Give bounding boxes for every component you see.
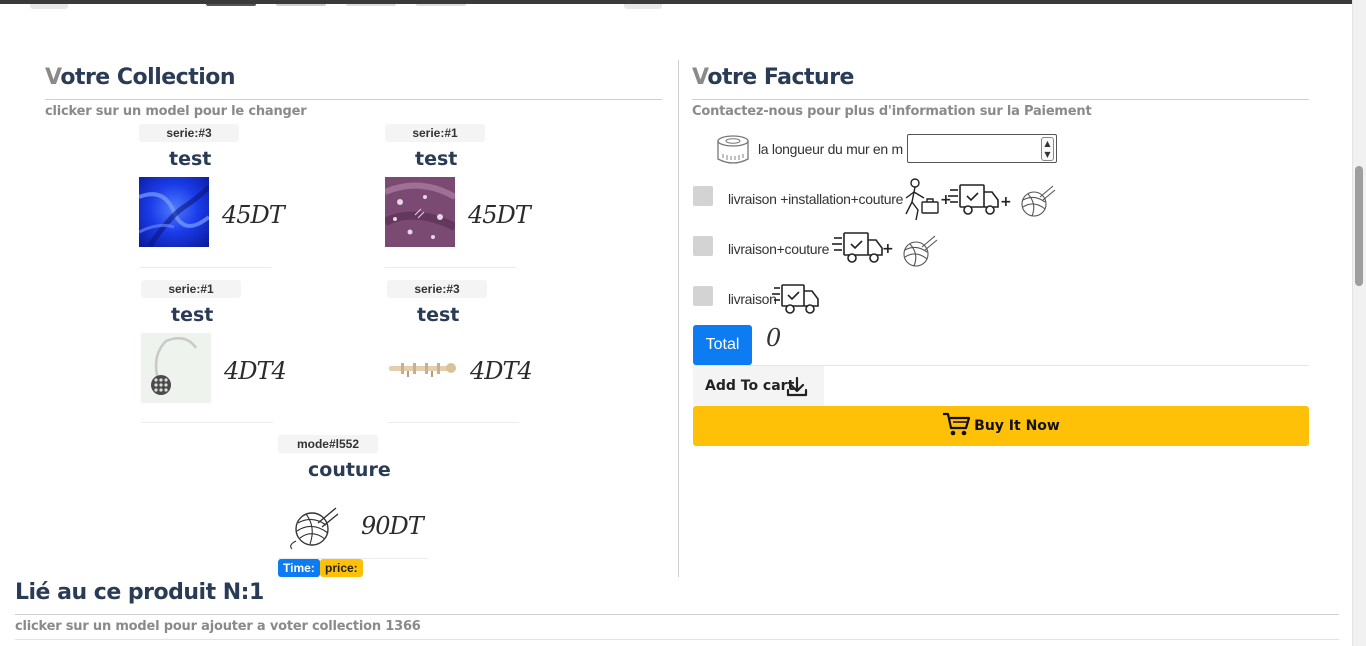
time-chip: Time: [278,559,320,577]
total-value: 0 [766,324,782,352]
buy-now-label: Buy It Now [974,418,1060,434]
delivery-installation-icons: + + [902,176,1056,224]
shopping-cart-icon [943,412,971,436]
related-divider [15,614,1339,615]
collection-subtitle: clicker sur un model pour le changer [45,104,307,119]
item-name: test [169,148,212,170]
facture-subtitle: Contactez-nous pour plus d'information s… [692,104,1092,119]
item-separator [139,267,271,268]
related-heading: Lié au ce produit N:1 [15,580,264,605]
serie-badge: serie:#3 [387,280,487,298]
item-name: test [415,148,458,170]
collection-item[interactable]: serie:#1 test 4DT4 [132,280,312,423]
scrollbar-thumb[interactable] [1355,166,1363,286]
mode-badge: mode#l552 [278,435,378,453]
item-price: 4DT4 [470,357,533,385]
item-price: 45DT [468,201,531,229]
download-icon [786,376,808,397]
item-separator [387,422,519,423]
yarn-ball-icon [288,505,340,551]
item-name: test [171,304,214,326]
item-price: 45DT [222,201,285,229]
number-spinner[interactable]: ▲ ▼ [1041,137,1054,161]
item-separator [385,267,517,268]
serie-badge: serie:#1 [385,124,485,142]
add-to-cart-label: Add To cart [705,378,795,394]
wall-length-label: la longueur du mur en m [758,141,903,157]
svg-text:+: + [1000,194,1012,210]
wall-length-input[interactable] [907,134,1057,163]
buy-now-button[interactable]: Buy It Now [693,406,1309,446]
collection-heading: Votre Collection [45,65,236,90]
price-chip: price: [320,559,363,577]
collection-divider [45,99,662,100]
option-checkbox-installation[interactable] [693,186,713,206]
collection-item[interactable]: mode#l552 couture 90DT [269,435,449,575]
purple-floral-fabric-image [385,177,455,247]
svg-text:+: + [940,192,952,208]
serie-badge: serie:#3 [139,124,239,142]
total-button[interactable]: Total [693,325,752,365]
curtain-rod-image [387,333,457,403]
option-label: livraison +installation+couture [728,191,904,207]
related-subtitle: clicker sur un model pour ajouter a vote… [15,619,421,634]
option-label: livraison [728,291,777,307]
blue-satin-fabric-image [139,177,209,247]
curtain-tieback-image [141,333,211,403]
top-thumbnail-strip [0,4,1366,12]
option-label: livraison+couture [728,241,830,257]
item-name: couture [308,459,391,481]
item-name: test [417,304,460,326]
option-checkbox-livraison[interactable] [693,286,713,306]
svg-text:+: + [882,241,894,257]
add-to-cart-button[interactable]: Add To cart [693,366,824,406]
delivery-truck-icon [772,282,828,318]
option-checkbox-couture[interactable] [693,236,713,256]
facture-divider [692,99,1309,100]
page-scrollbar[interactable] [1352,0,1366,646]
serie-badge: serie:#1 [141,280,241,298]
delivery-couture-icons: + [830,228,940,270]
column-divider [678,60,679,577]
item-price: 4DT4 [224,357,287,385]
collection-item[interactable]: serie:#1 test 45DT [376,124,556,268]
item-separator [141,422,273,423]
collection-item[interactable]: serie:#3 test 45DT [130,124,310,268]
related-bottom-divider [15,639,1339,640]
facture-heading: Votre Facture [692,65,854,90]
item-price: 90DT [361,512,424,540]
measuring-tape-icon [715,134,751,166]
collection-item[interactable]: serie:#3 test 4DT4 [378,280,558,423]
